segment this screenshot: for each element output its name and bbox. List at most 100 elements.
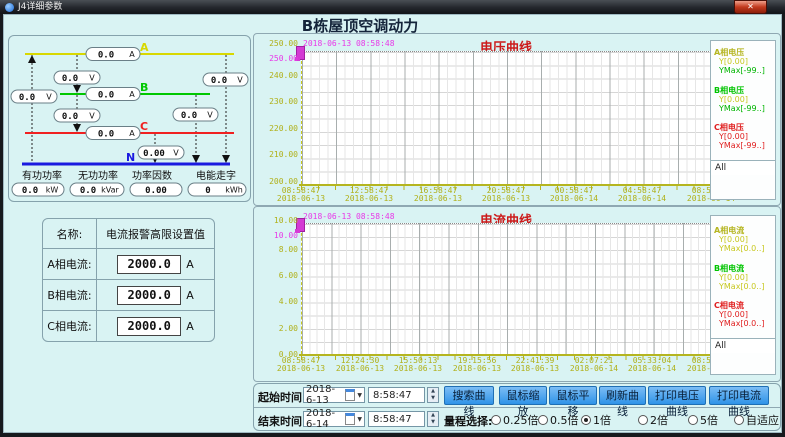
svg-text:V: V [207,111,213,120]
current-cursor-time: 2018-06-13 08:58:48 [303,212,395,221]
window-titlebar[interactable]: J4详细参数 [0,0,785,14]
voltage-chart-panel: 电压曲线 2018-06-13 08:58:48 250.00 250.00 2… [253,33,781,206]
svg-text:V: V [46,93,52,102]
end-time-label: 结束时间: [258,413,306,429]
legend-entry-phase-a-current[interactable]: A相电流 Y[0.00] YMax[0.0..] [714,226,764,253]
x-tick: 08:58:472018-06-13 [269,187,333,202]
print-voltage-curve-button[interactable]: 打印电压曲线 [648,386,706,405]
calendar-icon [345,389,355,401]
voltage-box-bc: 0.0 V [54,109,100,122]
start-time-spinner[interactable]: ▲▼ [427,387,439,403]
phase-a-limit-input[interactable]: 2000.0 [117,255,181,274]
print-current-curve-button[interactable]: 打印电流曲线 [709,386,769,405]
svg-text:0.0: 0.0 [19,93,35,103]
x-tick: 16:58:472018-06-13 [406,187,470,202]
svg-text:电能走字: 电能走字 [196,169,236,182]
neutral-line: N [22,151,230,164]
end-date-field[interactable]: 2018- 6-14 ▼ [303,411,365,427]
radio-icon [734,415,744,425]
svg-text:0.0: 0.0 [62,112,78,122]
svg-text:0.0: 0.0 [62,74,78,84]
chevron-down-icon[interactable]: ▼ [357,392,362,399]
svg-text:0.0: 0.0 [80,186,96,196]
close-button[interactable]: ✕ [734,0,767,14]
range-radio-5x[interactable]: 5倍 [688,412,718,428]
legend-entry-phase-a-voltage[interactable]: A相电压 Y[0.00] YMax[-99..] [714,48,765,75]
mouse-pan-button[interactable]: 鼠标平移 [549,386,597,405]
range-radio-0-5x[interactable]: 0.5倍 [538,412,579,428]
svg-text:0.0: 0.0 [22,186,38,196]
y-tick: 10.00 [256,216,298,225]
current-plot-area[interactable] [301,223,711,354]
voltage-box-left: 0.0 V [11,90,57,103]
phase-diagram: A B C N 0.0 A 0.0 A 0.0 A [10,36,250,199]
y-tick: 250.00 [256,39,298,48]
range-radio-auto[interactable]: 自适应 [734,412,779,428]
legend-entry-phase-c-current[interactable]: C相电流 Y[0.00] YMax[0.0..] [714,301,764,328]
table-row: 2000.0 A [97,280,214,311]
x-tick: 15:50:132018-06-13 [386,357,450,372]
svg-text:功率因数: 功率因数 [132,169,172,182]
x-tick: 05:33:042018-06-14 [620,357,684,372]
end-time-spinner[interactable]: ▲▼ [427,411,439,427]
range-radio-0-25x[interactable]: 0.25倍 [491,412,539,428]
app-icon [5,3,14,12]
voltage-box-right-mid: 0.0 V [173,108,218,121]
svg-text:A: A [129,129,135,138]
time-controls-panel: 起始时间: 2018- 6-13 ▼ 8:58:47 ▲▼ 搜索曲线 鼠标缩放 … [253,383,781,431]
window-title: J4详细参数 [18,0,62,14]
svg-text:V: V [173,149,179,158]
start-time-label: 起始时间: [258,389,306,405]
svg-text:C: C [140,120,148,133]
phase-b-current-box: 0.0 A [86,88,140,101]
app-window: J4详细参数 ✕ B栋屋顶空调动力 A B [0,0,785,437]
refresh-curve-button[interactable]: 刷新曲线 [599,386,646,405]
range-radio-2x[interactable]: 2倍 [638,412,668,428]
x-tick: 08:58:472018-06-13 [269,357,333,372]
voltage-box-right-top: 0.0 V [203,73,248,86]
radio-icon [538,415,548,425]
alarm-limit-table: 名称: 电流报警高限设置值 A相电流: 2000.0 A B相电流: 2000.… [42,218,215,342]
phase-b-limit-input[interactable]: 2000.0 [117,286,181,305]
chevron-down-icon[interactable]: ▼ [357,416,362,423]
svg-text:A: A [129,90,135,99]
legend-entry-phase-c-voltage[interactable]: C相电压 Y[0.00] YMax[-99..] [714,123,765,150]
phase-c-limit-input[interactable]: 2000.0 [117,317,181,336]
legend-all-button[interactable]: All [711,160,775,175]
phase-c-current-box: 0.0 A [86,127,140,140]
range-radio-1x[interactable]: 1倍 [581,412,611,428]
legend-entry-phase-b-voltage[interactable]: B相电压 Y[0.00] YMax[-99..] [714,86,765,113]
current-chart-panel: 电流曲线 2018-06-13 08:58:48 10.00 10.00 8.0… [253,206,781,382]
table-header-value: 电流报警高限设置值 [97,219,214,249]
svg-text:0: 0 [205,186,210,196]
y-tick: 200.00 [256,177,298,186]
x-tick: 04:58:472018-06-14 [610,187,674,202]
voltage-plot-area[interactable] [301,51,711,184]
start-time-field[interactable]: 8:58:47 [368,387,425,403]
voltage-cursor-time: 2018-06-13 08:58:48 [303,39,395,48]
svg-text:无功功率: 无功功率 [78,169,118,182]
mouse-zoom-button[interactable]: 鼠标缩放 [499,386,547,405]
table-row: 2000.0 A [97,249,214,280]
y-tick: 6.00 [256,271,298,280]
legend-entry-phase-b-current[interactable]: B相电流 Y[0.00] YMax[0.0..] [714,264,764,291]
svg-text:V: V [237,76,243,85]
table-header-name: 名称: [43,219,97,249]
svg-text:0.00: 0.00 [145,186,167,196]
svg-text:N: N [126,151,135,164]
y-tick: 240.00 [256,71,298,80]
start-date-field[interactable]: 2018- 6-13 ▼ [303,387,365,403]
legend-all-button[interactable]: All [711,338,775,353]
svg-text:V: V [89,112,95,121]
radio-icon [688,415,698,425]
y-tick: 210.00 [256,150,298,159]
svg-text:0.0: 0.0 [98,130,114,140]
voltage-box-ab: 0.0 V [54,71,100,84]
x-tick: 00:58:472018-06-14 [542,187,606,202]
x-tick: 12:24:302018-06-13 [328,357,392,372]
svg-text:0.0: 0.0 [98,51,114,61]
search-curve-button[interactable]: 搜索曲线 [444,386,494,405]
phase-c-limit-unit: A [186,320,194,333]
svg-text:0.0: 0.0 [211,76,227,86]
end-time-field[interactable]: 8:58:47 [368,411,425,427]
